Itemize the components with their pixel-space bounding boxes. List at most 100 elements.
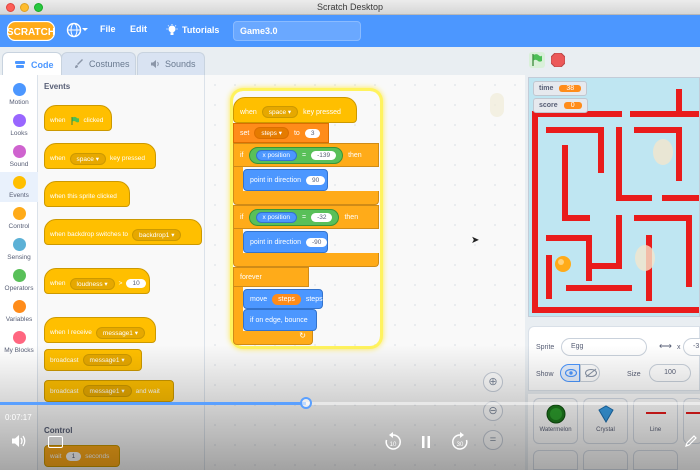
move-steps-block[interactable]: move steps steps [243,289,323,309]
point-in-direction-block-1[interactable]: point in direction 90 [243,169,328,191]
sensing-dot-icon [12,238,26,251]
block-text: = [301,213,307,221]
project-title-input[interactable]: Game3.0 [233,21,361,41]
forever-block[interactable]: forever [233,267,309,287]
point-in-direction-block-2[interactable]: point in direction -90 [243,231,328,253]
dropdown-value: message1 [89,388,120,395]
block-text: if [240,213,244,221]
block-text: when [50,155,66,162]
direction-1-input[interactable]: 90 [305,175,326,185]
scratch-logo[interactable]: SCRATCH [7,21,55,41]
when-key-pressed-block[interactable]: when space ▾ key pressed [44,143,156,169]
sprite-tile-row2-2[interactable] [583,450,628,470]
block-text: wait [50,452,62,460]
loudness-value-input[interactable]: 10 [126,279,146,288]
x-position-reporter[interactable]: x position [255,211,297,223]
when-i-receive-block[interactable]: when I receive message1 ▾ [44,317,156,343]
show-sprite-toggle[interactable] [560,364,580,382]
size-input[interactable]: 100 [649,364,691,382]
set-variable-block[interactable]: set steps ▾ to 3 [233,123,329,143]
x-position-input[interactable]: -3 [683,338,700,356]
tab-costumes[interactable]: Costumes [61,52,136,75]
script-key-dropdown[interactable]: space ▾ [261,106,299,118]
category-variables[interactable]: Variables [0,296,38,326]
tab-code[interactable]: Code [2,52,62,76]
variable-dropdown[interactable]: steps ▾ [254,127,289,139]
zoom-reset-button[interactable]: = [483,430,503,450]
stage-canvas[interactable]: time 38 score 0 [528,77,700,317]
category-control[interactable]: Control [0,203,38,233]
edit-menu[interactable]: Edit [130,24,147,34]
x-position-reporter[interactable]: x position [255,149,297,161]
key-dropdown[interactable]: space ▾ [69,152,106,165]
broadcast-wait-dropdown[interactable]: message1 ▾ [82,385,132,397]
logo-text: SCRATCH [7,27,55,38]
sprite-tile-row2-3[interactable] [633,450,678,470]
category-motion[interactable]: Motion [0,79,38,109]
script-area[interactable]: when space ▾ key pressed set steps ▾ to … [205,75,525,470]
events-dot-icon [12,176,26,189]
block-text: steps [305,295,323,303]
if-1-footer [233,191,379,205]
category-label: My Blocks [4,347,34,354]
wait-value-input[interactable]: 1 [65,451,82,461]
eye-icon [565,369,577,377]
category-my-blocks[interactable]: My Blocks [0,327,38,357]
block-text: set [240,129,250,137]
broadcast-dropdown[interactable]: message1 ▾ [82,354,132,366]
tab-sounds[interactable]: Sounds [137,52,205,75]
block-text: when [50,280,66,287]
my-blocks-dot-icon [12,331,26,344]
svg-text:30: 30 [457,442,464,448]
file-menu[interactable]: File [100,24,116,34]
video-progress-bar[interactable] [0,397,700,409]
stop-icon[interactable] [551,53,565,67]
message-dropdown[interactable]: message1 ▾ [95,326,145,339]
broadcast-block[interactable]: broadcast message1 ▾ [44,349,142,371]
backdrop-dropdown[interactable]: backdrop1 ▾ [132,228,182,241]
if-block-1[interactable]: if x position = -139 then [233,143,379,167]
steps-variable-reporter[interactable]: steps [272,293,301,305]
set-value-input[interactable]: 3 [304,128,321,138]
if2-value-input[interactable]: -32 [311,212,333,222]
green-flag-icon[interactable] [529,52,545,68]
category-sound[interactable]: Sound [0,141,38,171]
broadcast-and-wait-block[interactable]: broadcast message1 ▾ and wait [44,380,174,402]
if-on-edge-bounce-block[interactable]: if on edge, bounce [243,309,317,331]
category-events[interactable]: Events [0,172,38,202]
sprite-tile-row2-1[interactable] [533,450,578,470]
language-menu[interactable] [66,22,88,40]
zoom-out-icon: ⊖ [488,405,498,417]
equals-operator-2[interactable]: x position = -32 [248,208,340,226]
rewind-10-button[interactable]: 10 [382,432,404,454]
if-2-footer [233,253,379,267]
crystal-icon [597,405,614,423]
dropdown-value: loudness [76,280,103,288]
captions-button[interactable] [48,436,63,448]
zoom-in-button[interactable]: ⊕ [483,372,503,392]
direction-2-input[interactable]: -90 [305,237,328,247]
when-loudness-block[interactable]: when loudness ▾ > 10 [44,268,150,294]
tutorials-menu[interactable]: Tutorials [166,24,219,36]
if1-value-input[interactable]: -139 [311,150,337,160]
volume-button[interactable] [10,433,28,451]
loudness-dropdown[interactable]: loudness ▾ [69,277,115,290]
video-scrubber-knob[interactable] [299,397,312,409]
category-sensing[interactable]: Sensing [0,234,38,264]
sprite-list: Watermelon Crystal Line [528,394,700,470]
when-backdrop-switches-block[interactable]: when backdrop switches to backdrop1 ▾ [44,219,202,245]
wait-seconds-block[interactable]: wait 1 seconds [44,445,120,467]
forward-30-button[interactable]: 30 [449,432,471,454]
if-block-2[interactable]: if x position = -32 then [233,205,379,229]
category-operators[interactable]: Operators [0,265,38,295]
category-looks[interactable]: Looks [0,110,38,140]
annotate-button[interactable] [684,434,698,451]
pause-button[interactable] [415,432,437,454]
globe-icon [66,22,88,38]
when-space-pressed-script-block[interactable]: when space ▾ key pressed [233,97,357,123]
sprite-name-input[interactable]: Egg [561,338,647,356]
when-flag-clicked-block[interactable]: when clicked [44,105,112,131]
when-sprite-clicked-block[interactable]: when this sprite clicked [44,181,130,207]
equals-operator-1[interactable]: x position = -139 [248,146,344,164]
hide-sprite-toggle[interactable] [580,364,600,382]
